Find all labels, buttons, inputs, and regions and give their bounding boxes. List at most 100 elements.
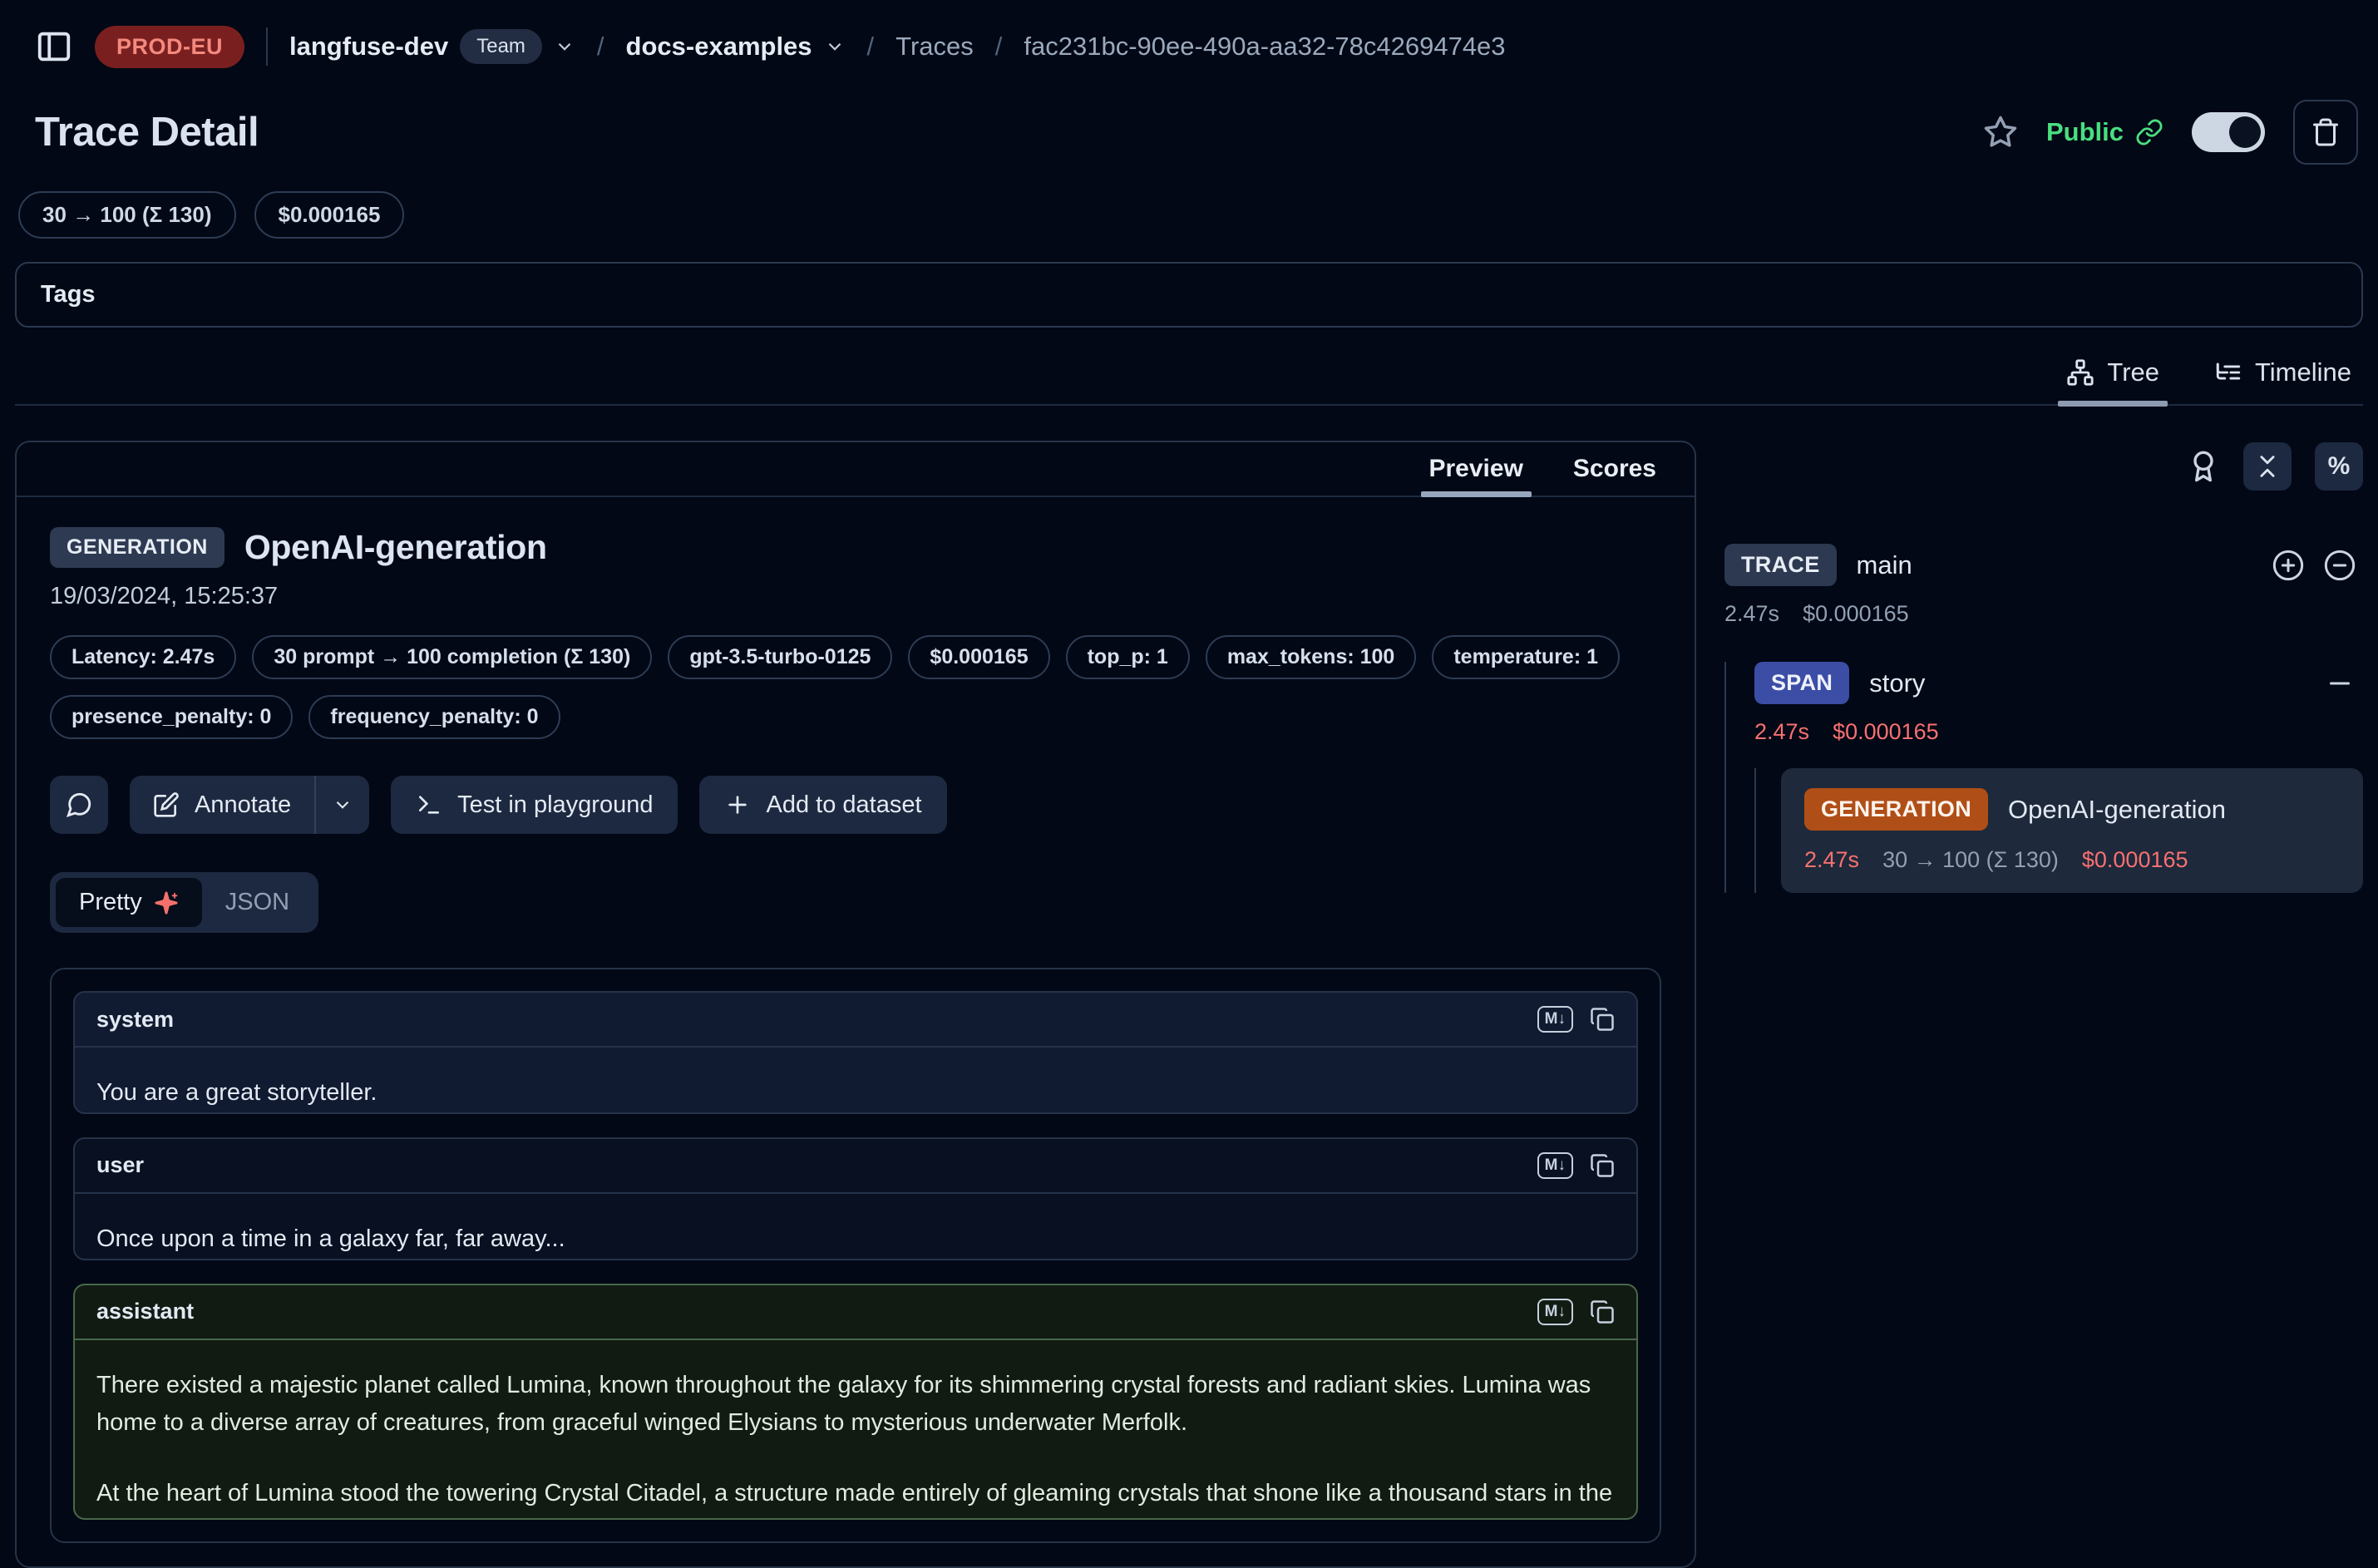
role-label: user <box>96 1152 144 1178</box>
environment-badge: PROD-EU <box>95 26 244 68</box>
copy-icon <box>1590 1299 1615 1324</box>
message-content: Once upon a time in a galaxy far, far aw… <box>75 1194 1636 1260</box>
model-badge: gpt-3.5-turbo-0125 <box>668 635 892 679</box>
show-percentages-button[interactable]: % <box>2315 442 2363 491</box>
trace-zoom-controls <box>2272 549 2363 582</box>
assistant-paragraph: There existed a majestic planet called L… <box>96 1367 1615 1442</box>
tags-label: Tags <box>41 281 96 308</box>
award-button[interactable] <box>2187 450 2220 483</box>
delete-trace-button[interactable] <box>2293 100 2358 165</box>
presence-penalty-badge: presence_penalty: 0 <box>50 695 293 739</box>
message-actions: M↓ <box>1537 1006 1615 1033</box>
trace-detail-page: PROD-EU langfuse-dev Team / docs-example… <box>0 0 2378 1568</box>
tab-scores-label: Scores <box>1573 455 1656 483</box>
comment-button[interactable] <box>50 776 108 834</box>
tab-scores[interactable]: Scores <box>1573 442 1656 496</box>
format-toggle: Pretty JSON <box>50 872 318 933</box>
minus-icon <box>2325 668 2355 698</box>
breadcrumb-separator: / <box>995 32 1003 62</box>
annotate-split-button: Annotate <box>130 776 369 834</box>
tab-preview[interactable]: Preview <box>1429 442 1523 496</box>
tree-node-generation-selected[interactable]: GENERATION OpenAI-generation 2.47s 30 → … <box>1781 768 2363 893</box>
tab-timeline[interactable]: Timeline <box>2214 357 2351 404</box>
org-name: langfuse-dev <box>289 32 448 62</box>
trace-metrics: 2.47s $0.000165 <box>1724 601 2363 627</box>
public-share-link[interactable]: Public <box>2046 117 2163 147</box>
generation-metrics: 2.47s 30 → 100 (Σ 130) $0.000165 <box>1804 847 2340 873</box>
breadcrumb-project-selector[interactable]: docs-examples <box>626 32 846 62</box>
breadcrumb-separator: / <box>867 32 875 62</box>
public-toggle[interactable] <box>2192 112 2265 152</box>
format-json-option[interactable]: JSON <box>202 878 313 927</box>
copy-button[interactable] <box>1590 1153 1615 1178</box>
header-controls: Public <box>1983 100 2358 165</box>
temperature-badge: temperature: 1 <box>1432 635 1620 679</box>
collapse-all-button[interactable] <box>2243 442 2292 491</box>
tree-actions: % <box>1724 441 2363 491</box>
public-label: Public <box>2046 117 2124 147</box>
span-metrics: 2.47s $0.000165 <box>1754 719 2363 745</box>
panel-left-icon <box>35 27 73 66</box>
span-latency: 2.47s <box>1754 719 1809 745</box>
copy-icon <box>1590 1153 1615 1178</box>
breadcrumb: PROD-EU langfuse-dev Team / docs-example… <box>15 0 2363 93</box>
generation-tokens: 30 → 100 (Σ 130) <box>1882 847 2059 873</box>
copy-button[interactable] <box>1590 1299 1615 1324</box>
toggle-knob <box>2229 116 2261 148</box>
role-label: system <box>96 1007 174 1033</box>
expand-all-button[interactable] <box>2272 549 2305 582</box>
trash-icon <box>2311 117 2341 147</box>
plus-icon <box>724 791 751 818</box>
percent-icon: % <box>2328 452 2351 481</box>
chevron-down-icon <box>332 794 353 816</box>
generation-title-row: GENERATION OpenAI-generation <box>1804 788 2340 831</box>
observation-timestamp: 19/03/2024, 15:25:37 <box>50 583 1661 610</box>
traces-label: Traces <box>895 32 974 62</box>
breadcrumb-traces-link[interactable]: Traces <box>895 32 974 62</box>
collapse-level-button[interactable] <box>2323 549 2356 582</box>
bookmark-star-button[interactable] <box>1983 115 2018 150</box>
terminal-icon <box>416 791 442 818</box>
tab-preview-label: Preview <box>1429 455 1523 483</box>
tab-tree[interactable]: Tree <box>2066 357 2159 404</box>
observation-header: GENERATION OpenAI-generation <box>50 527 1661 568</box>
star-icon <box>1983 115 2018 150</box>
markdown-toggle-icon[interactable]: M↓ <box>1537 1152 1573 1179</box>
add-to-dataset-button[interactable]: Add to dataset <box>699 776 946 834</box>
content-row: Preview Scores GENERATION OpenAI-generat… <box>15 441 2363 1568</box>
markdown-toggle-icon[interactable]: M↓ <box>1537 1006 1573 1033</box>
generation-name: OpenAI-generation <box>2008 795 2226 825</box>
sidebar-toggle-button[interactable] <box>35 27 73 66</box>
tree-node-trace[interactable]: TRACE main <box>1724 544 2363 586</box>
parameter-badges: Latency: 2.47s 30 prompt → 100 completio… <box>50 635 1661 739</box>
format-pretty-option[interactable]: Pretty <box>56 878 202 927</box>
copy-button[interactable] <box>1590 1007 1615 1032</box>
page-title: Trace Detail <box>35 109 259 155</box>
sparkles-icon <box>154 890 179 915</box>
markdown-toggle-icon[interactable]: M↓ <box>1537 1299 1573 1325</box>
span-cost: $0.000165 <box>1833 719 1939 745</box>
comment-icon <box>65 791 93 819</box>
generation-cost: $0.000165 <box>2082 847 2188 873</box>
annotate-button[interactable]: Annotate <box>130 776 314 834</box>
message-header: system M↓ <box>75 993 1636 1046</box>
collapse-span-button[interactable] <box>2325 668 2363 698</box>
copy-icon <box>1590 1007 1615 1032</box>
message-system: system M↓ You are a great storyteller. <box>73 991 1638 1114</box>
json-label: JSON <box>225 889 289 916</box>
annotate-dropdown-button[interactable] <box>316 776 369 834</box>
top-p-badge: top_p: 1 <box>1066 635 1190 679</box>
circle-plus-icon <box>2272 549 2305 582</box>
tags-box[interactable]: Tags <box>15 262 2363 328</box>
breadcrumb-divider <box>266 27 268 66</box>
chevrons-down-up-icon <box>2253 452 2282 481</box>
span-subtree: GENERATION OpenAI-generation 2.47s 30 → … <box>1754 768 2363 893</box>
award-icon <box>2187 450 2220 483</box>
tree-node-span[interactable]: SPAN story <box>1754 662 2363 704</box>
generation-type-badge: GENERATION <box>1804 788 1988 831</box>
breadcrumb-org-selector[interactable]: langfuse-dev Team <box>289 29 575 64</box>
timeline-icon <box>2214 358 2242 387</box>
actions-row: Annotate Test in playground Add to data <box>50 776 1661 834</box>
chevron-down-icon <box>554 36 575 57</box>
test-in-playground-button[interactable]: Test in playground <box>391 776 678 834</box>
